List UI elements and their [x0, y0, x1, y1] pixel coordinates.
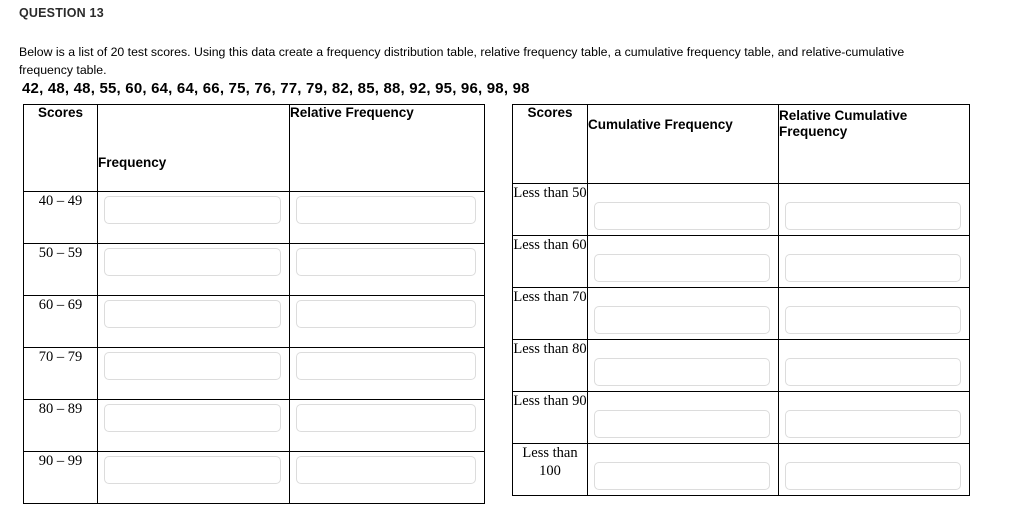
- relative-cumulative-frequency-input-less-than-80[interactable]: [785, 358, 961, 386]
- frequency-input-90-99[interactable]: [104, 456, 281, 484]
- table-row: Less than 50: [512, 183, 970, 236]
- cell-relative-frequency[interactable]: [289, 243, 485, 296]
- relative-cumulative-frequency-input-less-than-50[interactable]: [785, 202, 961, 230]
- relative-cumulative-frequency-input-less-than-100[interactable]: [785, 462, 961, 490]
- table-row: Less than 100: [512, 443, 970, 496]
- cell-relative-frequency[interactable]: [289, 191, 485, 244]
- cell-relative-cumulative-frequency[interactable]: [778, 391, 970, 444]
- relative-cumulative-frequency-input-less-than-60[interactable]: [785, 254, 961, 282]
- table-row: 60 – 69: [23, 295, 485, 348]
- cell-relative-cumulative-frequency[interactable]: [778, 183, 970, 236]
- table-row: 90 – 99: [23, 451, 485, 504]
- column-header-scores: Scores: [512, 104, 588, 184]
- table-row: Less than 70: [512, 287, 970, 340]
- question-prompt: Below is a list of 20 test scores. Using…: [19, 45, 905, 77]
- column-header-relative-cumulative-frequency: Relative Cumulative Frequency: [778, 104, 970, 184]
- cumulative-frequency-input-less-than-70[interactable]: [594, 306, 770, 334]
- row-label-less-than: Less than 60: [512, 235, 588, 288]
- relative-cumulative-frequency-input-less-than-90[interactable]: [785, 410, 961, 438]
- cumulative-frequency-input-less-than-80[interactable]: [594, 358, 770, 386]
- column-header-scores: Scores: [23, 104, 98, 192]
- cell-frequency[interactable]: [97, 399, 290, 452]
- row-label-scores-range: 90 – 99: [23, 451, 98, 504]
- table-header-row: Scores Frequency Relative Frequency: [23, 104, 485, 192]
- table-row: Less than 80: [512, 339, 970, 392]
- relative-frequency-input-50-59[interactable]: [296, 248, 476, 276]
- row-label-scores-range: 40 – 49: [23, 191, 98, 244]
- relative-frequency-input-90-99[interactable]: [296, 456, 476, 484]
- row-label-less-than: Less than 80: [512, 339, 588, 392]
- cell-cumulative-frequency[interactable]: [587, 287, 779, 340]
- cell-relative-frequency[interactable]: [289, 295, 485, 348]
- frequency-distribution-table: Scores Frequency Relative Frequency 40 –…: [23, 104, 485, 504]
- frequency-input-70-79[interactable]: [104, 352, 281, 380]
- cumulative-frequency-input-less-than-100[interactable]: [594, 462, 770, 490]
- cell-relative-cumulative-frequency[interactable]: [778, 443, 970, 496]
- frequency-input-60-69[interactable]: [104, 300, 281, 328]
- cumulative-frequency-input-less-than-50[interactable]: [594, 202, 770, 230]
- frequency-input-40-49[interactable]: [104, 196, 281, 224]
- row-label-scores-range: 80 – 89: [23, 399, 98, 452]
- row-label-scores-range: 50 – 59: [23, 243, 98, 296]
- cell-frequency[interactable]: [97, 191, 290, 244]
- frequency-input-80-89[interactable]: [104, 404, 281, 432]
- relative-frequency-input-70-79[interactable]: [296, 352, 476, 380]
- scores-data-list: 42, 48, 48, 55, 60, 64, 64, 66, 75, 76, …: [22, 80, 530, 97]
- cell-cumulative-frequency[interactable]: [587, 235, 779, 288]
- table-row: 80 – 89: [23, 399, 485, 452]
- relative-cumulative-frequency-input-less-than-70[interactable]: [785, 306, 961, 334]
- cell-cumulative-frequency[interactable]: [587, 339, 779, 392]
- table-row: Less than 60: [512, 235, 970, 288]
- table-row: 70 – 79: [23, 347, 485, 400]
- relative-frequency-input-80-89[interactable]: [296, 404, 476, 432]
- cell-relative-frequency[interactable]: [289, 451, 485, 504]
- question-label: QUESTION 13: [19, 6, 104, 20]
- frequency-input-50-59[interactable]: [104, 248, 281, 276]
- cumulative-frequency-input-less-than-60[interactable]: [594, 254, 770, 282]
- cell-frequency[interactable]: [97, 451, 290, 504]
- cell-frequency[interactable]: [97, 243, 290, 296]
- relative-frequency-input-60-69[interactable]: [296, 300, 476, 328]
- table-header-row: Scores Cumulative Frequency Relative Cum…: [512, 104, 970, 184]
- relative-frequency-input-40-49[interactable]: [296, 196, 476, 224]
- cell-cumulative-frequency[interactable]: [587, 443, 779, 496]
- cumulative-frequency-table: Scores Cumulative Frequency Relative Cum…: [512, 104, 970, 496]
- row-label-less-than: Less than 70: [512, 287, 588, 340]
- row-label-less-than: Less than 90: [512, 391, 588, 444]
- cell-cumulative-frequency[interactable]: [587, 391, 779, 444]
- cell-relative-cumulative-frequency[interactable]: [778, 339, 970, 392]
- cell-cumulative-frequency[interactable]: [587, 183, 779, 236]
- row-label-scores-range: 70 – 79: [23, 347, 98, 400]
- row-label-less-than: Less than 100: [512, 443, 588, 496]
- cell-relative-cumulative-frequency[interactable]: [778, 287, 970, 340]
- column-header-frequency: Frequency: [97, 104, 290, 192]
- row-label-scores-range: 60 – 69: [23, 295, 98, 348]
- column-header-relative-frequency: Relative Frequency: [289, 104, 485, 192]
- cell-relative-frequency[interactable]: [289, 347, 485, 400]
- column-header-cumulative-frequency: Cumulative Frequency: [587, 104, 779, 184]
- cell-relative-frequency[interactable]: [289, 399, 485, 452]
- cell-relative-cumulative-frequency[interactable]: [778, 235, 970, 288]
- cell-frequency[interactable]: [97, 347, 290, 400]
- cell-frequency[interactable]: [97, 295, 290, 348]
- table-row: 50 – 59: [23, 243, 485, 296]
- table-row: 40 – 49: [23, 191, 485, 244]
- table-row: Less than 90: [512, 391, 970, 444]
- row-label-less-than: Less than 50: [512, 183, 588, 236]
- cumulative-frequency-input-less-than-90[interactable]: [594, 410, 770, 438]
